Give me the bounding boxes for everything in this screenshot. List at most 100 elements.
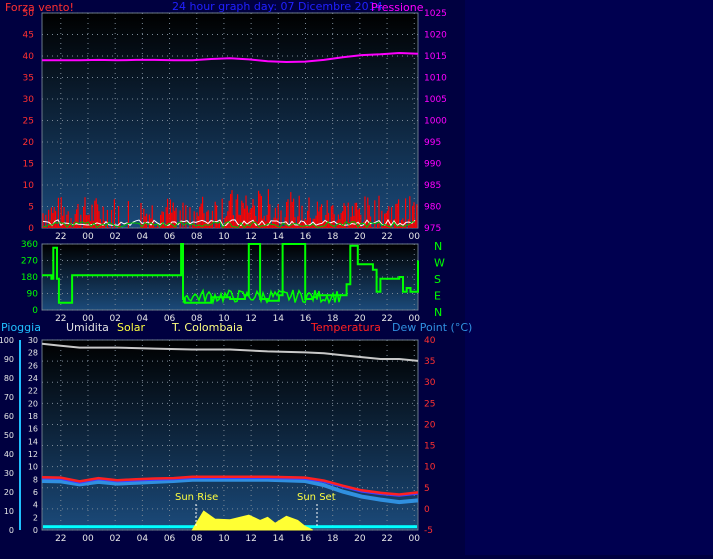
compass-label-4: N [434,306,442,319]
x-tick-label-1-7: 12 [245,314,256,324]
right-empty-area [465,0,713,555]
pressure-tick-2: 985 [424,181,441,191]
rain-inner-tick-4: 8 [33,475,38,484]
wind-tick-2: 10 [23,181,35,191]
direction-tick-0: 0 [32,306,38,316]
x-tick-label-2-9: 16 [300,534,312,544]
legend-t-colombaia: T. Colombaia [171,321,243,334]
x-tick-label-2-3: 04 [137,534,149,544]
pressure-tick-1: 980 [424,203,441,213]
wind-tick-8: 40 [23,52,35,62]
pressure-tick-3: 990 [424,160,441,170]
rain-inner-tick-8: 16 [28,425,38,434]
wind-tick-4: 20 [23,138,35,148]
x-tick-label-2-0: 22 [55,534,66,544]
rain-inner-tick-3: 6 [33,488,38,497]
x-tick-label-0-6: 10 [218,232,230,242]
rain-outer-tick-7: 70 [4,393,14,402]
temp-tick-0: -5 [424,526,433,536]
rain-outer-tick-8: 80 [4,374,14,383]
wind-tick-7: 35 [23,74,34,84]
rain-inner-tick-1: 2 [33,513,38,522]
x-tick-label-2-4: 06 [164,534,176,544]
direction-tick-1: 90 [27,290,39,300]
temp-tick-6: 25 [424,399,435,409]
x-tick-label-2-1: 00 [82,534,94,544]
rain-inner-tick-10: 20 [28,399,38,408]
compass-label-0: N [434,240,442,253]
x-tick-label-2-12: 22 [381,534,392,544]
rain-outer-tick-6: 60 [4,412,14,421]
legend-dew-point: Dew Point (°C) [392,321,472,334]
temp-panel-plot [41,339,419,531]
x-tick-label-1-9: 16 [300,314,312,324]
direction-tick-3: 270 [21,257,38,267]
x-tick-label-1-0: 22 [55,314,66,324]
temp-tick-7: 30 [424,378,436,388]
rain-outer-tick-9: 90 [4,355,14,364]
temp-tick-8: 35 [424,357,435,367]
x-tick-label-2-13: 00 [409,534,421,544]
pressure-tick-7: 1010 [424,74,447,84]
rain-inner-tick-7: 14 [28,437,38,446]
direction-tick-4: 360 [21,240,38,250]
x-tick-label-0-5: 08 [191,232,203,242]
wind-tick-1: 5 [28,203,34,213]
rain-outer-tick-0: 0 [9,526,14,535]
compass-label-2: S [434,273,441,286]
wind-tick-5: 25 [23,117,34,127]
x-tick-label-2-5: 08 [191,534,203,544]
x-tick-label-2-6: 10 [218,534,230,544]
rain-outer-tick-4: 40 [4,450,14,459]
weather-graphs-svg: 22 00 02 04 06 08 10 12 14 16 18 20 22 0022 00 02 04 06 08… [0,0,713,555]
compass-label-3: E [434,290,441,303]
x-tick-label-2-11: 20 [354,534,366,544]
pressure-tick-10: 1025 [424,9,447,19]
legend-umidita: Umidita [66,321,109,334]
x-tick-label-2-2: 02 [109,534,120,544]
rain-outer-tick-1: 10 [4,507,14,516]
temp-tick-5: 20 [424,420,436,430]
rain-inner-tick-13: 26 [28,361,38,370]
pressure-tick-6: 1005 [424,95,447,105]
wind-tick-0: 0 [28,224,34,234]
x-tick-label-0-0: 22 [55,232,66,242]
rain-inner-tick-6: 12 [28,450,38,459]
x-tick-label-0-4: 06 [164,232,176,242]
rain-inner-tick-0: 0 [33,526,38,535]
pressure-tick-8: 1015 [424,52,447,62]
pressure-tick-0: 975 [424,224,441,234]
rain-outer-tick-5: 50 [4,431,14,440]
rain-inner-tick-15: 30 [28,336,38,345]
wind-tick-6: 30 [23,95,35,105]
rain-inner-tick-12: 24 [28,374,38,383]
sun-rise-label: Sun Rise [175,492,218,503]
x-tick-label-0-13: 00 [409,232,421,242]
legend-solar: Solar [117,321,146,334]
x-tick-label-2-7: 12 [245,534,256,544]
compass-label-1: W [434,257,445,270]
weather-graphs: 22 00 02 04 06 08 10 12 14 16 18 20 22 00 22 00 02 04 06 08… [0,0,713,555]
x-tick-label-0-2: 02 [109,232,120,242]
rain-outer-tick-3: 30 [4,469,14,478]
rain-inner-tick-11: 22 [28,387,38,396]
legend-pioggia: Pioggia [1,321,41,334]
rain-inner-tick-9: 18 [28,412,38,421]
legend-temperatura: Temperatura [310,321,381,334]
direction-panel-plot [41,243,419,311]
x-tick-label-0-1: 00 [82,232,94,242]
temp-tick-4: 15 [424,442,435,452]
rain-inner-tick-14: 28 [28,349,38,358]
x-tick-label-0-8: 14 [273,232,285,242]
x-tick-label-0-3: 04 [137,232,149,242]
x-tick-label-0-12: 22 [381,232,392,242]
temp-tick-3: 10 [424,463,436,473]
wind-tick-9: 45 [23,31,34,41]
wind-tick-3: 15 [23,160,34,170]
rain-outer-tick-2: 20 [4,488,14,497]
x-tick-label-0-11: 20 [354,232,366,242]
x-tick-label-2-8: 14 [273,534,285,544]
x-tick-label-0-7: 12 [245,232,256,242]
wind-axis-title: Forza vento! [5,1,74,14]
x-tick-label-0-10: 18 [327,232,339,242]
